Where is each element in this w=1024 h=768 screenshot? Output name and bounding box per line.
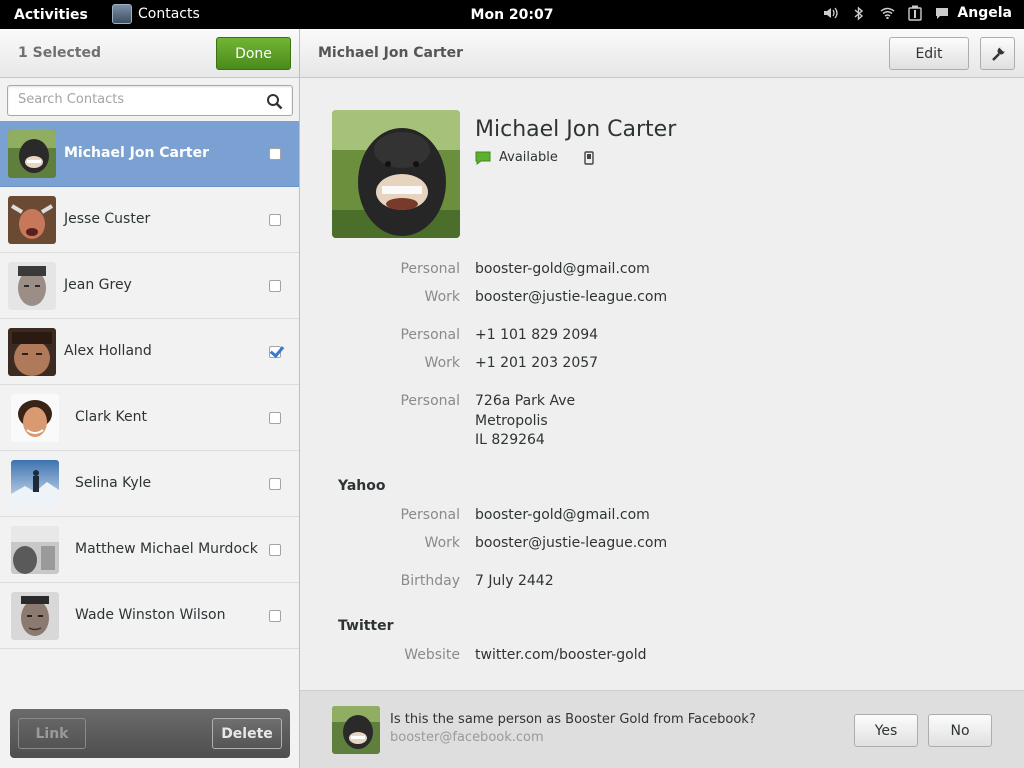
selected-count: 1 Selected <box>18 45 101 61</box>
yes-button[interactable]: Yes <box>854 714 918 747</box>
avatar <box>11 394 59 442</box>
contact-row[interactable]: Jesse Custer <box>0 187 299 253</box>
suggested-contact-email: booster@facebook.com <box>390 730 544 745</box>
phone-work-label: Work <box>424 355 460 371</box>
contact-name: Michael Jon Carter <box>64 145 209 161</box>
avatar <box>8 328 56 376</box>
selection-toolbar: Link Delete <box>10 709 290 758</box>
email-work-label: Work <box>424 289 460 305</box>
avatar <box>11 592 59 640</box>
phone-personal-value[interactable]: +1 101 829 2094 <box>475 326 598 346</box>
contact-name: Selina Kyle <box>75 475 152 491</box>
contact-checkbox[interactable] <box>269 280 281 292</box>
contact-checkbox[interactable] <box>269 412 281 424</box>
app-menu[interactable]: Contacts <box>112 4 200 24</box>
bluetooth-icon[interactable] <box>851 5 867 21</box>
link-question: Is this the same person as Booster Gold … <box>390 712 756 727</box>
address-label: Personal <box>400 393 460 409</box>
system-tray: Angela <box>823 5 1012 21</box>
tools-button[interactable] <box>980 37 1015 70</box>
done-button[interactable]: Done <box>216 37 291 70</box>
link-suggestion-bar: Is this the same person as Booster Gold … <box>300 690 1024 768</box>
contact-name: Clark Kent <box>75 409 148 425</box>
contact-checkbox[interactable] <box>269 478 281 490</box>
address-value[interactable]: 726a Park Ave Metropolis IL 829264 <box>475 392 575 451</box>
contact-name: Alex Holland <box>64 343 152 359</box>
available-chat-icon <box>475 151 491 165</box>
app-name: Contacts <box>138 6 200 22</box>
activities-button[interactable]: Activities <box>14 7 88 23</box>
yahoo-section-title: Yahoo <box>338 478 386 494</box>
avatar <box>8 130 56 178</box>
contact-row[interactable]: Michael Jon Carter <box>0 121 299 187</box>
top-bar: Activities Contacts Mon 20:07 Angela <box>0 0 1024 29</box>
birthday-value: 7 July 2442 <box>475 573 554 589</box>
twitter-section-title: Twitter <box>338 618 394 634</box>
contact-name: Matthew Michael Murdock <box>75 541 258 557</box>
contact-checkbox[interactable] <box>269 346 281 358</box>
link-button[interactable]: Link <box>18 718 86 749</box>
no-button[interactable]: No <box>928 714 992 747</box>
contact-full-name: Michael Jon Carter <box>475 117 677 142</box>
address-line-2: Metropolis <box>475 412 548 429</box>
search-input[interactable] <box>18 92 258 107</box>
avatar <box>8 262 56 310</box>
contact-row[interactable]: Wade Winston Wilson <box>0 583 299 649</box>
chat-icon <box>936 7 949 19</box>
address-line-3: IL 829264 <box>475 432 545 448</box>
email-personal-label: Personal <box>400 261 460 277</box>
yahoo-email-personal-value[interactable]: booster-gold@gmail.com <box>475 506 650 526</box>
wifi-icon[interactable] <box>879 5 895 21</box>
wrench-icon <box>991 45 1006 61</box>
contact-list: Michael Jon Carter Jesse Custer Jean Gre… <box>0 121 299 649</box>
presence-status: Available <box>475 150 594 165</box>
yahoo-email-work-value[interactable]: booster@justie-league.com <box>475 534 667 554</box>
birthday-label: Birthday <box>400 573 460 589</box>
contact-row[interactable]: Jean Grey <box>0 253 299 319</box>
contact-name: Jesse Custer <box>64 211 151 227</box>
website-value[interactable]: twitter.com/booster-gold <box>475 646 647 666</box>
contacts-sidebar: 1 Selected Done Michael Jon Carter Jesse… <box>0 29 300 768</box>
edit-button[interactable]: Edit <box>889 37 969 70</box>
detail-title: Michael Jon Carter <box>318 45 463 61</box>
clock[interactable]: Mon 20:07 <box>471 7 554 23</box>
phone-personal-label: Personal <box>400 327 460 343</box>
avatar <box>11 460 59 508</box>
battery-icon[interactable] <box>907 5 923 21</box>
detail-header: Michael Jon Carter Edit <box>300 29 1024 78</box>
avatar <box>11 526 59 574</box>
search-box[interactable] <box>7 85 293 116</box>
status-text: Available <box>499 150 558 165</box>
avatar <box>8 196 56 244</box>
website-label: Website <box>404 647 460 663</box>
yahoo-email-personal-label: Personal <box>400 507 460 523</box>
contact-row[interactable]: Matthew Michael Murdock <box>0 517 299 583</box>
address-line-1: 726a Park Ave <box>475 393 576 409</box>
contact-checkbox[interactable] <box>269 214 281 226</box>
contact-row[interactable]: Alex Holland <box>0 319 299 385</box>
email-work-value[interactable]: booster@justie-league.com <box>475 288 667 308</box>
user-menu[interactable]: Angela <box>935 5 1012 21</box>
contacts-app-icon <box>112 4 132 24</box>
phone-work-value[interactable]: +1 201 203 2057 <box>475 354 598 374</box>
contact-detail-pane: Michael Jon Carter Edit Michael Jon Cart… <box>300 29 1024 768</box>
contact-name: Jean Grey <box>64 277 132 293</box>
contact-name: Wade Winston Wilson <box>75 607 226 623</box>
contact-checkbox[interactable] <box>269 544 281 556</box>
contact-checkbox[interactable] <box>269 610 281 622</box>
selection-header: 1 Selected Done <box>0 29 299 78</box>
yahoo-email-work-label: Work <box>424 535 460 551</box>
contact-checkbox[interactable] <box>269 148 281 160</box>
contact-row[interactable]: Clark Kent <box>0 385 299 451</box>
user-name: Angela <box>957 5 1012 21</box>
contact-photo[interactable] <box>332 110 460 238</box>
delete-button[interactable]: Delete <box>212 718 282 749</box>
search-icon[interactable] <box>266 93 283 110</box>
contact-row[interactable]: Selina Kyle <box>0 451 299 517</box>
email-personal-value[interactable]: booster-gold@gmail.com <box>475 260 650 280</box>
suggested-contact-avatar <box>332 706 380 754</box>
volume-icon[interactable] <box>823 5 839 21</box>
mobile-phone-icon <box>584 150 594 165</box>
